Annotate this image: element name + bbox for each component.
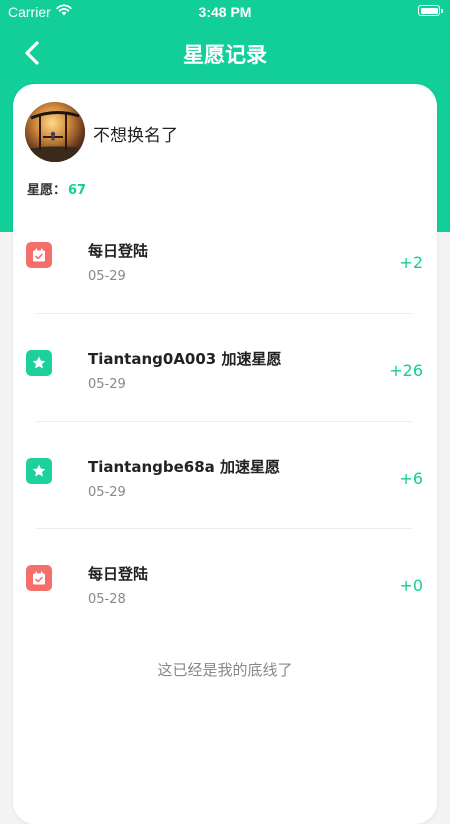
record-date: 05-29 <box>88 269 126 284</box>
end-of-list-note: 这已经是我的底线了 <box>157 661 293 679</box>
record-date: 05-29 <box>88 377 126 392</box>
divider <box>36 421 412 422</box>
divider <box>36 313 412 314</box>
list-item[interactable]: Tiantangbe68a 加速星愿 05-29 +6 <box>13 452 437 560</box>
divider <box>36 528 412 529</box>
user-name: 不想换名了 <box>93 126 178 146</box>
wish-value: 67 <box>68 183 87 198</box>
wish-summary: 星愿： 67 <box>27 179 86 198</box>
calendar-check-icon <box>26 242 52 268</box>
status-bar: Carrier 3:48 PM <box>0 0 450 24</box>
record-date: 05-28 <box>88 592 126 607</box>
star-icon <box>26 458 52 484</box>
avatar[interactable] <box>25 102 85 162</box>
list-item[interactable]: 每日登陆 05-29 +2 <box>13 236 437 344</box>
list-item[interactable]: Tiantang0A003 加速星愿 05-29 +26 <box>13 344 437 452</box>
page-title: 星愿记录 <box>183 43 267 67</box>
calendar-check-icon <box>26 565 52 591</box>
star-icon <box>26 350 52 376</box>
record-points: +0 <box>399 576 423 595</box>
record-points: +6 <box>399 469 423 488</box>
wish-label: 星愿： <box>27 183 67 198</box>
record-title: Tiantangbe68a 加速星愿 <box>88 458 281 476</box>
record-date: 05-29 <box>88 485 126 500</box>
list-item[interactable]: 每日登陆 05-28 +0 <box>13 559 437 667</box>
record-title: Tiantang0A003 加速星愿 <box>88 350 282 368</box>
record-points: +26 <box>389 361 423 380</box>
record-title: 每日登陆 <box>88 242 149 260</box>
record-points: +2 <box>399 253 423 272</box>
record-title: 每日登陆 <box>88 565 149 583</box>
battery-icon <box>418 5 443 16</box>
avatar-image <box>25 102 85 162</box>
status-time: 3:48 PM <box>198 4 252 20</box>
